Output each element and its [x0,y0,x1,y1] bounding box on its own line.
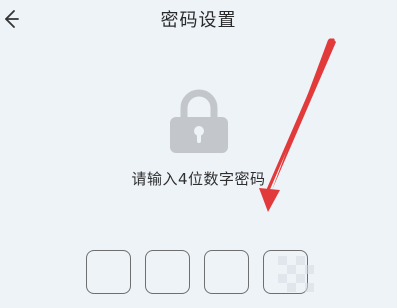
password-setup-screen: 密码设置 请输入4位数字密码 [0,0,397,308]
annotation-arrow-icon [259,38,336,212]
lock-icon [166,88,232,154]
pin-digit-2[interactable] [145,250,190,294]
pin-digit-3[interactable] [204,250,249,294]
watermark-mosaic [278,256,314,292]
page-title: 密码设置 [160,10,237,31]
pin-digit-1[interactable] [86,250,131,294]
pin-prompt: 请输入4位数字密码 [131,170,266,188]
